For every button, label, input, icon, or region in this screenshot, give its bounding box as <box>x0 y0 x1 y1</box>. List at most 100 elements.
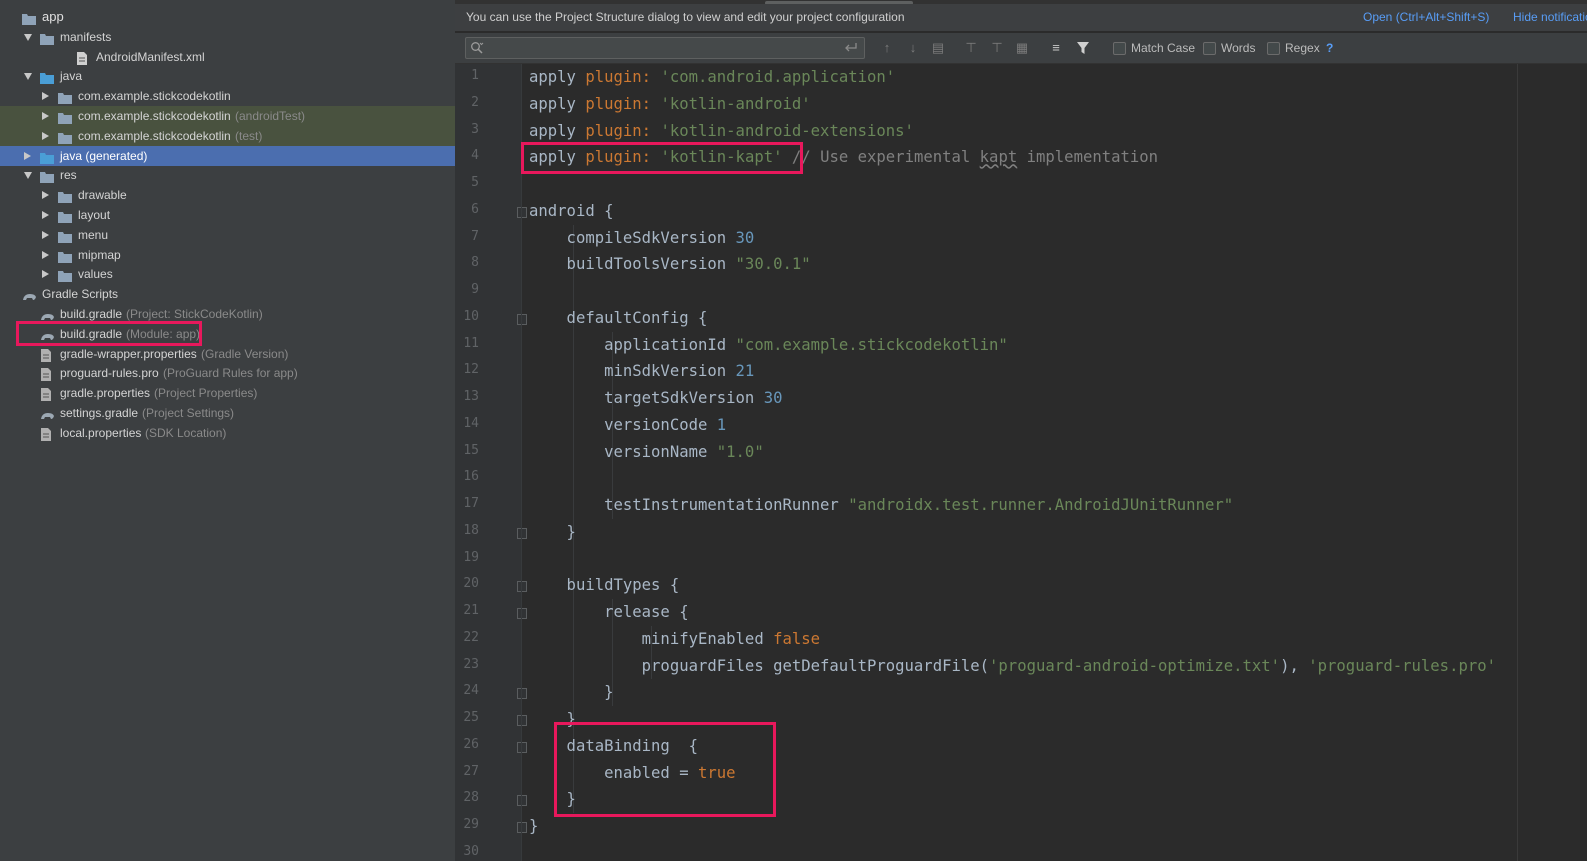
tree-item[interactable]: menu <box>0 225 455 245</box>
code-line[interactable]: dataBinding { <box>529 733 698 759</box>
tree-item-hint: (Gradle Version) <box>201 346 289 361</box>
code-line[interactable]: buildToolsVersion "30.0.1" <box>529 251 811 277</box>
generated-folder-icon <box>40 150 54 164</box>
tree-item[interactable]: drawable <box>0 185 455 205</box>
code-line[interactable]: versionName "1.0" <box>529 439 764 465</box>
folder-icon <box>58 268 72 283</box>
code-line[interactable]: } <box>529 679 614 705</box>
tree-item-label: local.properties <box>60 425 142 440</box>
code-token: proguardFiles getDefaultProguardFile( <box>529 656 990 675</box>
collapse-arrow-icon[interactable] <box>24 73 32 81</box>
code-token: targetSdkVersion <box>529 389 764 407</box>
expand-arrow-icon[interactable] <box>42 230 49 239</box>
expand-arrow-icon[interactable] <box>42 112 49 120</box>
tree-item-hint: (SDK Location) <box>145 425 227 440</box>
tree-item-hint: (Project Settings) <box>142 406 235 420</box>
expand-arrow-icon[interactable] <box>24 151 31 160</box>
code-token: buildToolsVersion <box>529 255 736 274</box>
expand-arrow-icon[interactable] <box>42 211 49 219</box>
tree-item[interactable]: manifests <box>0 27 455 47</box>
tree-item-label: java <box>60 69 83 84</box>
tree-item-hint: (ProGuard Rules for app) <box>163 366 298 381</box>
tree-item[interactable]: java (generated) <box>0 145 455 166</box>
tree-item-label: AndroidManifest.xml <box>96 49 205 64</box>
code-line[interactable]: minSdkVersion 21 <box>529 358 754 384</box>
collapse-arrow-icon[interactable] <box>24 172 32 180</box>
code-token: plugin: <box>585 121 661 140</box>
tree-item-label: values <box>78 267 113 282</box>
tree-item[interactable]: build.gradle (Project: StickCodeKotlin) <box>0 304 455 324</box>
code-line[interactable]: apply plugin: 'kotlin-android-extensions… <box>529 118 914 144</box>
project-tree-panel: app manifests AndroidManifest.xml java com.e… <box>0 0 455 861</box>
tree-item[interactable]: proguard-rules.pro (ProGuard Rules for ap… <box>0 363 455 383</box>
code-line[interactable]: targetSdkVersion 30 <box>529 385 782 411</box>
gradle-icon <box>22 288 36 301</box>
code-line[interactable]: testInstrumentationRunner "androidx.test… <box>529 492 1233 518</box>
tree-item[interactable]: settings.gradle (Project Settings) <box>0 403 455 423</box>
tree-item-label: build.gradle <box>60 326 123 341</box>
code-line[interactable]: minifyEnabled false <box>529 626 820 652</box>
code-line[interactable]: buildTypes { <box>529 572 680 598</box>
code-token: } <box>529 683 614 702</box>
code-token: 21 <box>735 362 755 381</box>
expand-arrow-icon[interactable] <box>42 131 49 140</box>
code-line[interactable]: } <box>529 519 576 545</box>
code-line[interactable]: apply plugin: 'kotlin-kapt' // Use exper… <box>529 144 1158 170</box>
code-line[interactable]: apply plugin: 'kotlin-android' <box>529 91 811 117</box>
code-line[interactable]: android { <box>529 198 614 224</box>
folder-icon <box>58 189 72 204</box>
code-token: versionCode <box>529 415 717 434</box>
module-folder-icon <box>22 11 36 25</box>
code-token: testInstrumentationRunner <box>529 496 849 514</box>
tree-item[interactable]: mipmap <box>0 245 455 265</box>
code-line[interactable]: enabled = true <box>529 760 736 786</box>
tree-item[interactable]: com.example.stickcodekotlin (test) <box>0 125 455 146</box>
collapse-arrow-icon[interactable] <box>24 33 32 41</box>
expand-arrow-icon[interactable] <box>42 92 49 101</box>
expand-arrow-icon[interactable] <box>42 250 49 259</box>
tree-item[interactable]: com.example.stickcodekotlin <box>0 86 455 106</box>
code-token: 30 <box>735 228 755 247</box>
code-line[interactable]: compileSdkVersion 30 <box>529 225 755 251</box>
tree-item[interactable]: build.gradle (Module: app) <box>0 324 455 344</box>
tree-item[interactable]: Gradle Scripts <box>0 284 455 304</box>
code-line[interactable]: defaultConfig { <box>529 305 708 331</box>
tree-item-label: build.gradle <box>60 307 123 321</box>
properties-file-icon <box>40 427 54 441</box>
tree-item-hint: (Project Properties) <box>154 386 258 401</box>
tree-item[interactable]: AndroidManifest.xml <box>0 47 455 67</box>
tree-item[interactable]: gradle-wrapper.properties (Gradle Version… <box>0 344 455 364</box>
tree-item-hint: (Project: StickCodeKotlin) <box>126 307 263 321</box>
code-line[interactable]: proguardFiles getDefaultProguardFile( 'pr… <box>529 653 1496 679</box>
tree-item-hint: (androidTest) <box>235 109 306 123</box>
code-token: // Use experimental <box>782 148 980 167</box>
code-editor[interactable]: apply plugin: 'com.android.application' a… <box>455 0 1587 861</box>
tree-item[interactable]: com.example.stickcodekotlin (androidTest) <box>0 106 455 126</box>
code-token: 'proguard-rules.pro' <box>1308 656 1497 675</box>
code-line[interactable]: } <box>529 786 576 812</box>
code-token: dataBinding { <box>529 736 698 755</box>
tree-item-label: layout <box>78 208 111 222</box>
tree-item[interactable]: app <box>0 7 455 27</box>
tree-item[interactable]: local.properties (SDK Location) <box>0 423 455 443</box>
code-token: 'kotlin-android-extensions' <box>660 121 914 140</box>
editor-area: You can use the Project Structure dialog… <box>455 0 1587 861</box>
tree-item[interactable]: layout <box>0 205 455 225</box>
tree-item[interactable]: values <box>0 264 455 284</box>
code-line[interactable]: } <box>529 813 538 839</box>
code-line[interactable]: versionCode 1 <box>529 412 726 438</box>
expand-arrow-icon[interactable] <box>42 270 49 279</box>
code-line[interactable]: release { <box>529 599 689 625</box>
tree-item[interactable]: gradle.properties (Project Properties) <box>0 383 455 403</box>
code-token: 'kotlin-android' <box>660 94 811 113</box>
tree-item[interactable]: res <box>0 165 455 185</box>
expand-arrow-icon[interactable] <box>42 191 49 200</box>
tree-item[interactable]: java <box>0 66 455 86</box>
code-line[interactable]: applicationId "com.example.stickcodekotl… <box>529 332 1008 358</box>
code-line[interactable]: apply plugin: 'com.android.application' <box>529 64 895 90</box>
gradle-icon <box>40 407 54 419</box>
code-token: plugin: <box>585 148 661 167</box>
resource-folder-icon <box>40 169 54 184</box>
code-line[interactable]: } <box>529 706 576 732</box>
code-token: true <box>698 763 736 782</box>
